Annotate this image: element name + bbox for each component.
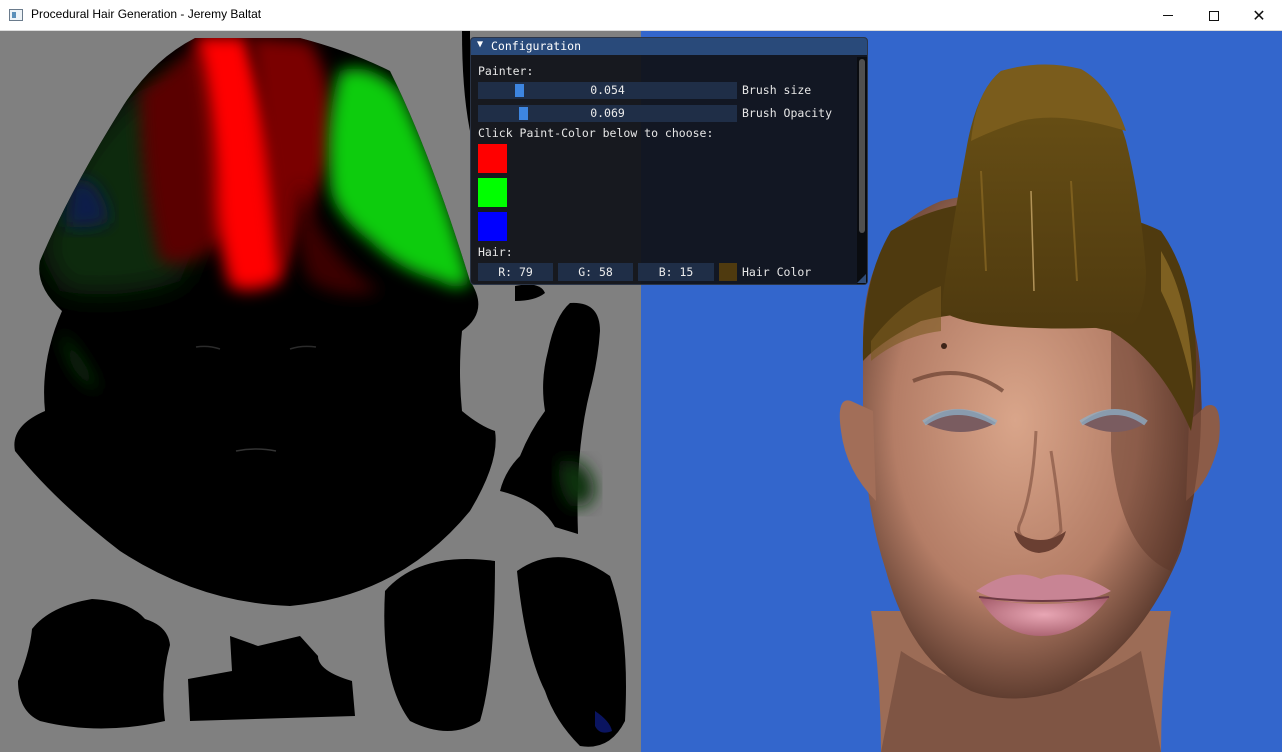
- collapse-triangle-icon[interactable]: ▼: [477, 39, 483, 50]
- brush-opacity-slider[interactable]: 0.069: [478, 105, 737, 122]
- hair-green-field[interactable]: G: 58: [558, 263, 633, 281]
- hair-color-label: Hair Color: [742, 265, 812, 279]
- minimize-icon: [1163, 15, 1173, 16]
- configuration-panel[interactable]: ▼ Configuration Painter: 0.054 Brush siz…: [470, 37, 868, 285]
- minimize-button[interactable]: [1145, 0, 1191, 31]
- panel-resize-grip[interactable]: [857, 274, 866, 283]
- brush-size-slider[interactable]: 0.054: [478, 82, 737, 99]
- hair-red-field[interactable]: R: 79: [478, 263, 553, 281]
- choose-paint-color-label: Click Paint-Color below to choose:: [478, 126, 714, 140]
- paint-color-green-button[interactable]: [478, 178, 507, 207]
- painter-label: Painter:: [478, 64, 534, 78]
- app-window-icon: [9, 9, 23, 21]
- panel-title: Configuration: [491, 39, 582, 53]
- panel-scrollbar[interactable]: [857, 57, 867, 284]
- paint-color-red-button[interactable]: [478, 144, 507, 173]
- hair-blue-field[interactable]: B: 15: [638, 263, 714, 281]
- window-title: Procedural Hair Generation - Jeremy Balt…: [31, 7, 262, 21]
- maximize-button[interactable]: [1191, 0, 1237, 31]
- maximize-icon: [1209, 10, 1219, 21]
- close-button[interactable]: ✕: [1236, 0, 1282, 31]
- brush-opacity-value: 0.069: [590, 106, 625, 120]
- window-title-bar: Procedural Hair Generation - Jeremy Balt…: [0, 0, 1282, 31]
- brush-size-value: 0.054: [590, 83, 625, 97]
- panel-scrollbar-thumb[interactable]: [859, 59, 865, 233]
- hair-color-swatch[interactable]: [719, 263, 737, 281]
- brush-size-label: Brush size: [742, 83, 812, 97]
- panel-title-bar[interactable]: ▼ Configuration: [471, 38, 867, 55]
- hair-label: Hair:: [478, 245, 513, 259]
- close-icon: ✕: [1252, 6, 1266, 25]
- brush-opacity-label: Brush Opacity: [742, 106, 833, 120]
- paint-color-blue-button[interactable]: [478, 212, 507, 241]
